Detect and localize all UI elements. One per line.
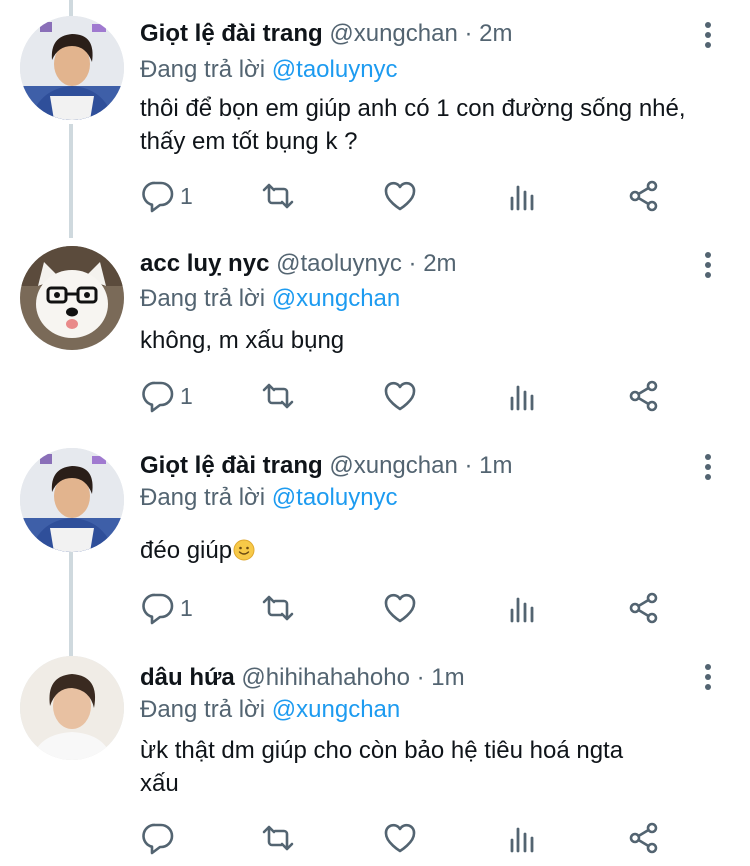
share-button[interactable] [626,376,662,416]
bar-chart-icon [504,378,540,414]
share-button[interactable] [626,176,662,216]
tweet-actions [140,818,680,858]
speech-bubble-icon [140,178,176,214]
like-button[interactable] [382,376,418,416]
tweet-text: không, m xấu bụng [140,327,345,354]
retweet-button[interactable] [260,176,296,216]
avatar[interactable] [20,448,124,552]
view-stats-button[interactable] [504,376,540,416]
tweet-header: Giọt lệ đài trang @xungchan · 1m [140,452,513,480]
timestamp[interactable]: 2m [479,20,512,47]
replying-to-label: Đang trả lời [140,56,266,83]
reply-button[interactable]: 1 [140,176,193,216]
view-stats-button[interactable] [504,176,540,216]
reply-count: 1 [180,594,193,621]
view-stats-button[interactable] [504,588,540,628]
heart-outline-icon [382,378,418,414]
retweet-button[interactable] [260,818,296,858]
reply-button[interactable]: 1 [140,588,193,628]
replying-to: Đang trả lời @taoluynyc [140,56,398,84]
user-handle[interactable]: @taoluynyc [276,250,402,277]
user-handle[interactable]: @hihihahahoho [241,664,410,691]
replying-to-label: Đang trả lời [140,484,266,511]
speech-bubble-icon [140,590,176,626]
tweet-header: Giọt lệ đài trang @xungchan · 2m [140,20,513,48]
bar-chart-icon [504,590,540,626]
speech-bubble-icon [140,820,176,856]
display-name[interactable]: Giọt lệ đài trang [140,452,323,479]
display-name[interactable]: acc luỵ nyc [140,250,269,277]
tweet-text: đéo giúp [140,534,700,567]
tweet[interactable]: Giọt lệ đài trang @xungchan · 1m Đang tr… [0,444,750,656]
tweet[interactable]: dâu hứa @hihihahahoho · 1m Đang trả lời … [0,656,750,866]
mention-link[interactable]: @taoluynyc [272,484,398,511]
timestamp[interactable]: 1m [479,452,512,479]
share-nodes-icon [626,590,662,626]
tweet-actions: 1 [140,376,680,416]
bar-chart-icon [504,178,540,214]
mention-link[interactable]: @taoluynyc [272,56,398,83]
tweet-text: thôi để bọn em giúp anh có 1 con đường s… [140,95,686,155]
like-button[interactable] [382,818,418,858]
avatar[interactable] [20,16,124,120]
share-button[interactable] [626,818,662,858]
replying-to-label: Đang trả lời [140,696,266,723]
more-options-icon[interactable] [696,452,720,482]
reply-count: 1 [180,182,193,209]
display-name[interactable]: Giọt lệ đài trang [140,20,323,47]
user-handle[interactable]: @xungchan [329,20,457,47]
retweet-button[interactable] [260,588,296,628]
tweet-text: ừk thật dm giúp cho còn bảo hệ tiêu hoá … [140,737,624,797]
replying-to: Đang trả lời @taoluynyc [140,484,398,512]
reply-count: 1 [180,382,193,409]
tweet[interactable]: Giọt lệ đài trang @xungchan · 2m Đang tr… [0,0,750,238]
reply-button[interactable] [140,818,180,858]
mention-link[interactable]: @xungchan [272,285,400,312]
tweet-text-content: đéo giúp [140,537,233,564]
share-button[interactable] [626,588,662,628]
timestamp[interactable]: 2m [423,250,456,277]
share-nodes-icon [626,178,662,214]
mention-link[interactable]: @xungchan [272,696,400,723]
heart-outline-icon [382,178,418,214]
tweet[interactable]: acc luỵ nyc @taoluynyc · 2m Đang trả lời… [0,238,750,444]
replying-to: Đang trả lời @xungchan [140,285,400,313]
bar-chart-icon [504,820,540,856]
tweet-actions: 1 [140,588,680,628]
retweet-button[interactable] [260,376,296,416]
tweet-actions: 1 [140,176,680,216]
smiling-face-emoji-icon [233,539,255,561]
like-button[interactable] [382,588,418,628]
replying-to: Đang trả lời @xungchan [140,696,400,724]
more-options-icon[interactable] [696,662,720,692]
heart-outline-icon [382,590,418,626]
separator-dot: · [408,250,417,277]
retweet-arrows-icon [260,820,296,856]
heart-outline-icon [382,820,418,856]
display-name[interactable]: dâu hứa [140,664,235,691]
separator-dot: · [464,20,473,47]
avatar[interactable] [20,246,124,350]
reply-button[interactable]: 1 [140,376,193,416]
retweet-arrows-icon [260,178,296,214]
separator-dot: · [464,452,473,479]
more-options-icon[interactable] [696,250,720,280]
share-nodes-icon [626,378,662,414]
replying-to-label: Đang trả lời [140,285,266,312]
tweet-header: dâu hứa @hihihahahoho · 1m [140,664,465,692]
separator-dot: · [416,664,425,691]
avatar[interactable] [20,656,124,760]
tweet-header: acc luỵ nyc @taoluynyc · 2m [140,250,457,278]
like-button[interactable] [382,176,418,216]
more-options-icon[interactable] [696,20,720,50]
view-stats-button[interactable] [504,818,540,858]
timestamp[interactable]: 1m [431,664,464,691]
speech-bubble-icon [140,378,176,414]
retweet-arrows-icon [260,378,296,414]
share-nodes-icon [626,820,662,856]
user-handle[interactable]: @xungchan [329,452,457,479]
retweet-arrows-icon [260,590,296,626]
